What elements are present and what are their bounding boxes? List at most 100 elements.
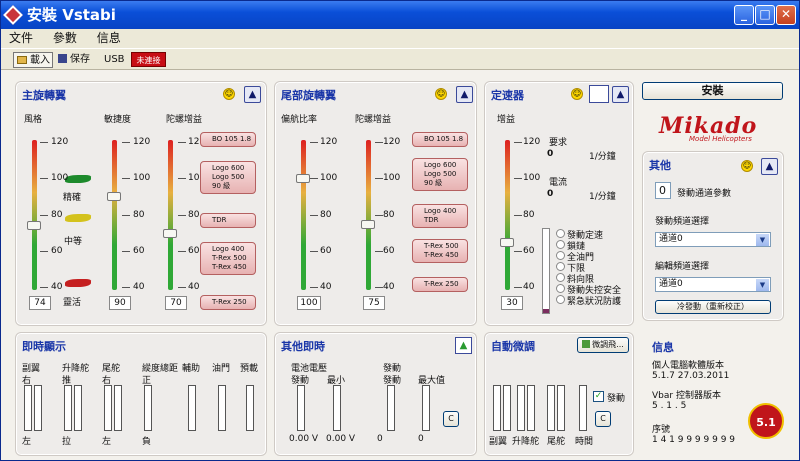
agility-value[interactable]: 90 <box>109 296 131 310</box>
cold-start-button[interactable]: 冷發動（重新校正） <box>655 300 771 314</box>
status-radio <box>556 273 565 282</box>
tail-gyro-slider-thumb[interactable] <box>361 220 375 229</box>
governor-gain-thumb[interactable] <box>500 238 514 247</box>
yaw-rate-slider-thumb[interactable] <box>296 174 310 183</box>
rt-bar <box>144 385 152 431</box>
folder-icon <box>17 56 27 64</box>
callout-bo105: BO 105 1.8 <box>412 132 468 147</box>
style-slider[interactable] <box>32 140 37 290</box>
install-button[interactable]: 安裝 <box>642 82 783 100</box>
reset-button[interactable]: C <box>443 411 459 427</box>
curve-graph-icon[interactable] <box>589 85 609 103</box>
trim-col-label: 尾舵 <box>547 437 566 447</box>
status-radio <box>556 262 565 271</box>
app-window: 安裝 Vstabi _ □ ✕ 文件 參數 信息 載入 保存 USB 未連接 主… <box>0 0 800 461</box>
vbar-version-value: 5 . 1 . 5 <box>652 401 687 411</box>
callout-logo400: Logo 400 TDR <box>412 204 468 228</box>
current-label: 電流 <box>549 178 568 188</box>
save-icon <box>58 54 67 63</box>
app-logo-icon <box>3 5 23 25</box>
menu-info[interactable]: 信息 <box>97 31 121 45</box>
menu-file[interactable]: 文件 <box>9 31 33 45</box>
tail-rotor-title: 尾部旋轉翼 <box>281 89 336 102</box>
chevron-down-icon[interactable]: ▼ <box>756 279 769 291</box>
startup-count[interactable]: 0 <box>655 182 671 199</box>
close-button[interactable]: ✕ <box>776 5 796 25</box>
tail-gyro-slider[interactable] <box>366 140 371 290</box>
governor-gain-value[interactable]: 30 <box>501 296 523 310</box>
callout-trex500: T-Rex 500 T-Rex 450 <box>412 239 468 263</box>
main-rotor-panel: 主旋轉翼 ☺ ▲ 風格 敏捷度 陀螺增益 74 精確 中等 靈活 90 120 … <box>15 81 267 326</box>
load-button[interactable]: 載入 <box>13 52 53 68</box>
chart-icon[interactable]: ▲ <box>455 337 472 354</box>
gain-label: 增益 <box>497 115 516 125</box>
auto-trim-checkbox-label: 發動 <box>607 394 626 404</box>
tick: 80 <box>523 210 535 220</box>
menu-params[interactable]: 參數 <box>53 31 77 45</box>
gyro-gain-slider[interactable] <box>168 140 173 290</box>
load-label: 載入 <box>30 55 50 66</box>
info-section: 信息 個人電腦軟體版本 5.1.7 27.03.2011 Vbar 控制器版本 … <box>642 337 792 457</box>
auto-trim-checkbox[interactable]: ✓ <box>593 391 604 402</box>
style-value[interactable]: 74 <box>29 296 51 310</box>
startup-bar <box>387 385 395 431</box>
tick: 80 <box>383 210 395 220</box>
help-hat-icon[interactable]: ▲ <box>244 86 261 103</box>
fine-tune-label: 微調飛... <box>592 340 624 349</box>
minimize-button[interactable]: _ <box>734 5 754 25</box>
help-hat-icon[interactable]: ▲ <box>456 86 473 103</box>
status-radio <box>556 240 565 249</box>
battery-min-bar <box>333 385 341 431</box>
required-label: 要求 <box>549 138 568 148</box>
required-unit: 1/分鐘 <box>589 152 616 162</box>
status-radio <box>556 295 565 304</box>
startup-channel-label: 發動頻道選擇 <box>655 217 710 227</box>
trim-bar <box>493 385 501 431</box>
required-value: 0 <box>547 149 554 159</box>
tick: 60 <box>133 246 145 256</box>
smiley-icon[interactable]: ☺ <box>741 160 753 172</box>
startup-max-value: 0 <box>418 434 424 444</box>
gyro-gain-value[interactable]: 70 <box>165 296 187 310</box>
tick: 120 <box>133 137 151 147</box>
tick: 120 <box>51 137 69 147</box>
smiley-icon[interactable]: ☺ <box>435 88 447 100</box>
agility-slider-thumb[interactable] <box>107 192 121 201</box>
info-title: 信息 <box>652 341 674 354</box>
startup-channel-select[interactable]: 通道0 ▼ <box>655 232 771 247</box>
governor-gain-slider[interactable] <box>505 140 510 290</box>
help-hat-icon[interactable]: ▲ <box>612 86 629 103</box>
status-radio <box>556 251 565 260</box>
tick: 80 <box>133 210 145 220</box>
smiley-icon[interactable]: ☺ <box>223 88 235 100</box>
smiley-icon[interactable]: ☺ <box>571 88 583 100</box>
agility-slider[interactable] <box>112 140 117 290</box>
version-badge-icon: 5.1 <box>748 403 784 439</box>
save-button[interactable]: 保存 <box>58 52 90 68</box>
tick: 120 <box>383 137 401 147</box>
style-slider-thumb[interactable] <box>27 221 41 230</box>
rt-bottom-label: 左 <box>22 437 32 447</box>
title-bar: 安裝 Vstabi _ □ ✕ <box>1 1 799 29</box>
tick: 120 <box>320 137 338 147</box>
help-hat-icon[interactable]: ▲ <box>761 158 778 175</box>
startup-channel-value: 通道0 <box>659 234 683 244</box>
other-panel: 其他 ☺ ▲ 0 發動通道參數 發動頻道選擇 通道0 ▼ 編輯頻道選擇 通道0 ▼ … <box>642 151 784 321</box>
yaw-rate-slider[interactable] <box>301 140 306 290</box>
tail-gyro-value[interactable]: 75 <box>363 296 385 310</box>
connection-status-badge[interactable]: 未連接 <box>131 52 166 67</box>
style-label: 風格 <box>24 115 43 125</box>
edit-channel-select[interactable]: 通道0 ▼ <box>655 277 771 292</box>
callout-logo400: Logo 400 T-Rex 500 T-Rex 450 <box>200 242 256 275</box>
tick: 80 <box>51 210 63 220</box>
heli-red-icon <box>65 279 91 287</box>
rt-bar <box>114 385 122 431</box>
yaw-rate-value[interactable]: 100 <box>297 296 321 310</box>
fine-tune-button[interactable]: 微調飛... <box>577 337 629 353</box>
trim-reset-button[interactable]: C <box>595 411 611 427</box>
realtime-title: 即時顯示 <box>22 340 66 353</box>
maximize-button[interactable]: □ <box>755 5 775 25</box>
tick: 100 <box>383 173 401 183</box>
chevron-down-icon[interactable]: ▼ <box>756 234 769 246</box>
gyro-gain-slider-thumb[interactable] <box>163 229 177 238</box>
